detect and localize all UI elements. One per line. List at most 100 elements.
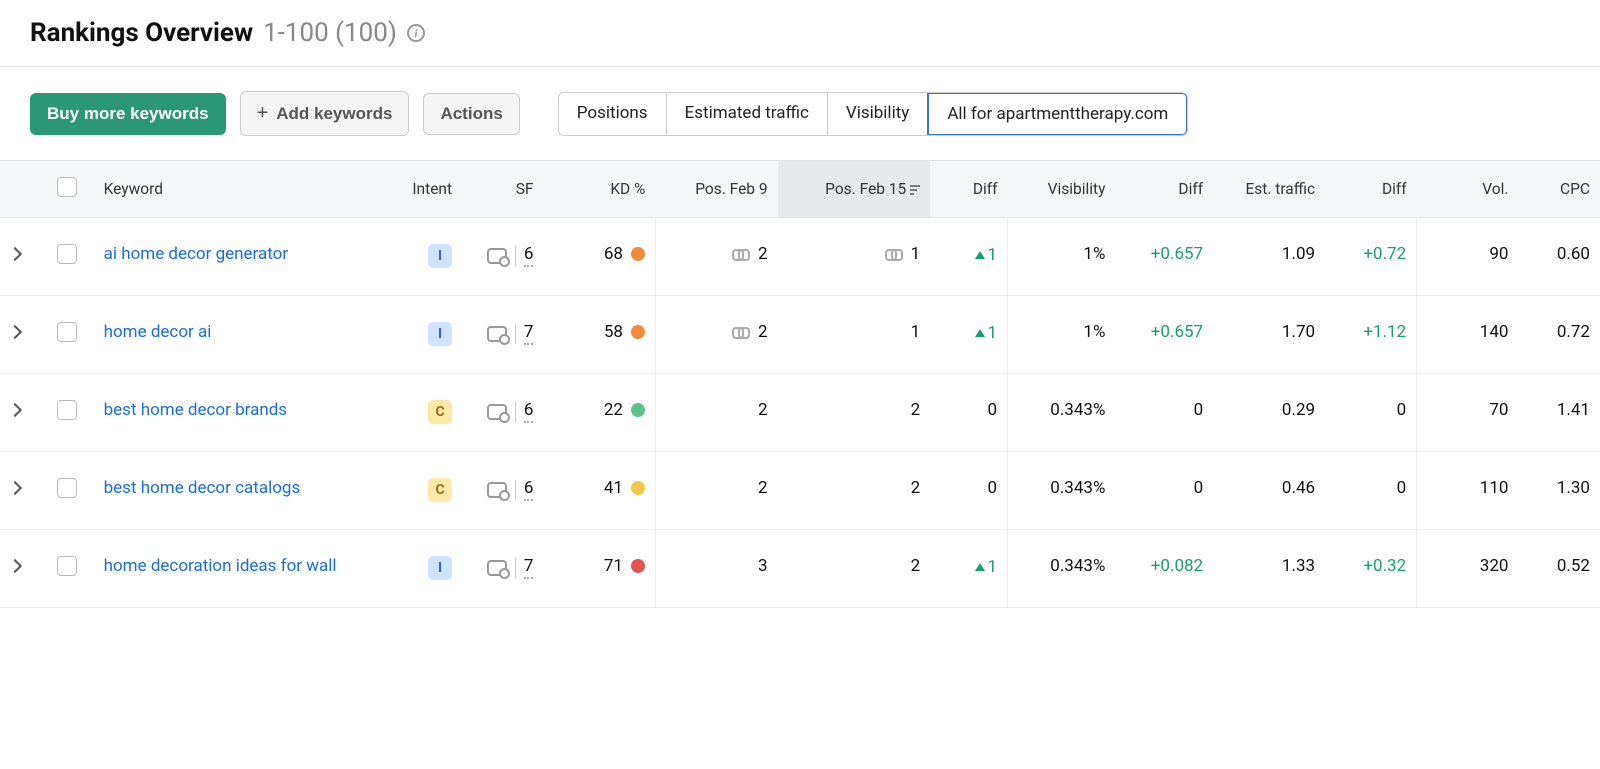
row-checkbox[interactable] (57, 400, 77, 420)
kd-dot-icon (631, 559, 645, 573)
serp-features-icon[interactable] (487, 326, 507, 342)
diff-value: 0 (987, 478, 997, 498)
visibility-diff: +0.082 (1151, 556, 1203, 576)
plus-icon: + (257, 102, 269, 125)
expand-row-icon[interactable] (8, 403, 22, 417)
serp-features-icon[interactable] (487, 560, 507, 576)
tab-all-for-domain[interactable]: All for apartmenttherapy.com (927, 92, 1188, 136)
est-traffic-diff: 0 (1397, 478, 1407, 498)
expand-row-icon[interactable] (8, 481, 22, 495)
arrow-up-icon (975, 329, 985, 337)
intent-badge: I (428, 244, 452, 268)
volume-value: 140 (1480, 322, 1509, 342)
expand-row-icon[interactable] (8, 247, 22, 261)
est-traffic-value: 1.09 (1282, 244, 1315, 264)
sort-icon (910, 185, 920, 195)
keyword-link[interactable]: ai home decor generator (104, 244, 288, 264)
cpc-value: 0.52 (1557, 556, 1590, 576)
col-est-traffic-diff[interactable]: Diff (1325, 161, 1417, 218)
keyword-link[interactable]: best home decor catalogs (104, 478, 301, 498)
cpc-value: 1.41 (1557, 400, 1590, 420)
col-cpc[interactable]: CPC (1518, 161, 1600, 218)
kd-value: 41 (604, 478, 623, 498)
row-checkbox[interactable] (57, 478, 77, 498)
col-sf[interactable]: SF (462, 161, 543, 218)
sf-count: 7 (524, 556, 534, 579)
pos-value: 2 (911, 400, 921, 420)
est-traffic-value: 0.46 (1282, 478, 1315, 498)
serp-features-icon[interactable] (487, 248, 507, 264)
page-range: 1-100 (100) (263, 18, 397, 48)
visibility-value: 1% (1083, 244, 1105, 264)
pos-value: 2 (911, 556, 921, 576)
kd-value: 71 (604, 556, 623, 576)
visibility-diff: 0 (1194, 400, 1204, 420)
sf-count: 6 (524, 478, 534, 501)
intent-badge: I (428, 556, 452, 580)
visibility-value: 0.343% (1050, 556, 1105, 576)
expand-row-icon[interactable] (8, 325, 22, 339)
serp-features-icon[interactable] (487, 482, 507, 498)
est-traffic-diff: 0 (1397, 400, 1407, 420)
row-checkbox[interactable] (57, 244, 77, 264)
serp-features-icon[interactable] (487, 404, 507, 420)
kd-dot-icon (631, 325, 645, 339)
add-keywords-button[interactable]: +Add keywords (240, 91, 410, 136)
col-est-traffic[interactable]: Est. traffic (1213, 161, 1325, 218)
page-header: Rankings Overview 1-100 (100) i (0, 0, 1600, 67)
sf-count: 6 (524, 244, 534, 267)
cpc-value: 0.72 (1557, 322, 1590, 342)
select-all-checkbox[interactable] (57, 177, 77, 197)
col-pos-feb15[interactable]: Pos. Feb 15 (778, 161, 931, 218)
pos-value: 2 (758, 322, 768, 342)
row-checkbox[interactable] (57, 556, 77, 576)
arrow-up-icon (975, 251, 985, 259)
pos-value: 2 (758, 400, 768, 420)
sf-count: 7 (524, 322, 534, 345)
toolbar: Buy more keywords +Add keywords Actions … (0, 67, 1600, 160)
col-keyword[interactable]: Keyword (94, 161, 391, 218)
col-kd[interactable]: KD % (543, 161, 655, 218)
tab-visibility[interactable]: Visibility (828, 93, 928, 135)
kd-dot-icon (631, 481, 645, 495)
keyword-link[interactable]: best home decor brands (104, 400, 287, 420)
est-traffic-diff: +0.72 (1363, 244, 1406, 264)
expand-row-icon[interactable] (8, 559, 22, 573)
link-icon (885, 248, 903, 260)
view-segmented-control: Positions Estimated traffic Visibility A… (558, 92, 1189, 136)
visibility-diff: 0 (1194, 478, 1204, 498)
table-row: home decoration ideas for wall I 7 71 3 … (0, 530, 1600, 608)
link-icon (732, 248, 750, 260)
rankings-table: Keyword Intent SF KD % Pos. Feb 9 Pos. F… (0, 160, 1600, 608)
col-volume[interactable]: Vol. (1417, 161, 1519, 218)
buy-keywords-button[interactable]: Buy more keywords (30, 93, 226, 135)
keyword-link[interactable]: home decoration ideas for wall (104, 556, 337, 576)
col-diff[interactable]: Diff (930, 161, 1007, 218)
tab-positions[interactable]: Positions (559, 93, 667, 135)
est-traffic-diff: +1.12 (1363, 322, 1406, 342)
keyword-link[interactable]: home decor ai (104, 322, 212, 342)
col-visibility-diff[interactable]: Diff (1115, 161, 1213, 218)
kd-value: 22 (604, 400, 623, 420)
pos-value: 2 (758, 244, 768, 264)
kd-value: 58 (604, 322, 623, 342)
volume-value: 70 (1489, 400, 1508, 420)
visibility-value: 1% (1083, 322, 1105, 342)
diff-up: 1 (975, 323, 997, 343)
col-pos-feb9[interactable]: Pos. Feb 9 (655, 161, 777, 218)
est-traffic-diff: +0.32 (1363, 556, 1406, 576)
tab-estimated-traffic[interactable]: Estimated traffic (667, 93, 828, 135)
visibility-value: 0.343% (1050, 478, 1105, 498)
link-icon (732, 326, 750, 338)
col-visibility[interactable]: Visibility (1008, 161, 1116, 218)
sf-count: 6 (524, 400, 534, 423)
kd-dot-icon (631, 247, 645, 261)
table-row: best home decor brands C 6 22 2 2 0 0.34… (0, 374, 1600, 452)
actions-button[interactable]: Actions (423, 93, 519, 135)
row-checkbox[interactable] (57, 322, 77, 342)
intent-badge: I (428, 322, 452, 346)
intent-badge: C (428, 400, 452, 424)
table-row: home decor ai I 7 58 2 1 1 1% +0.657 1.7… (0, 296, 1600, 374)
col-intent[interactable]: Intent (391, 161, 462, 218)
info-icon[interactable]: i (407, 24, 425, 42)
